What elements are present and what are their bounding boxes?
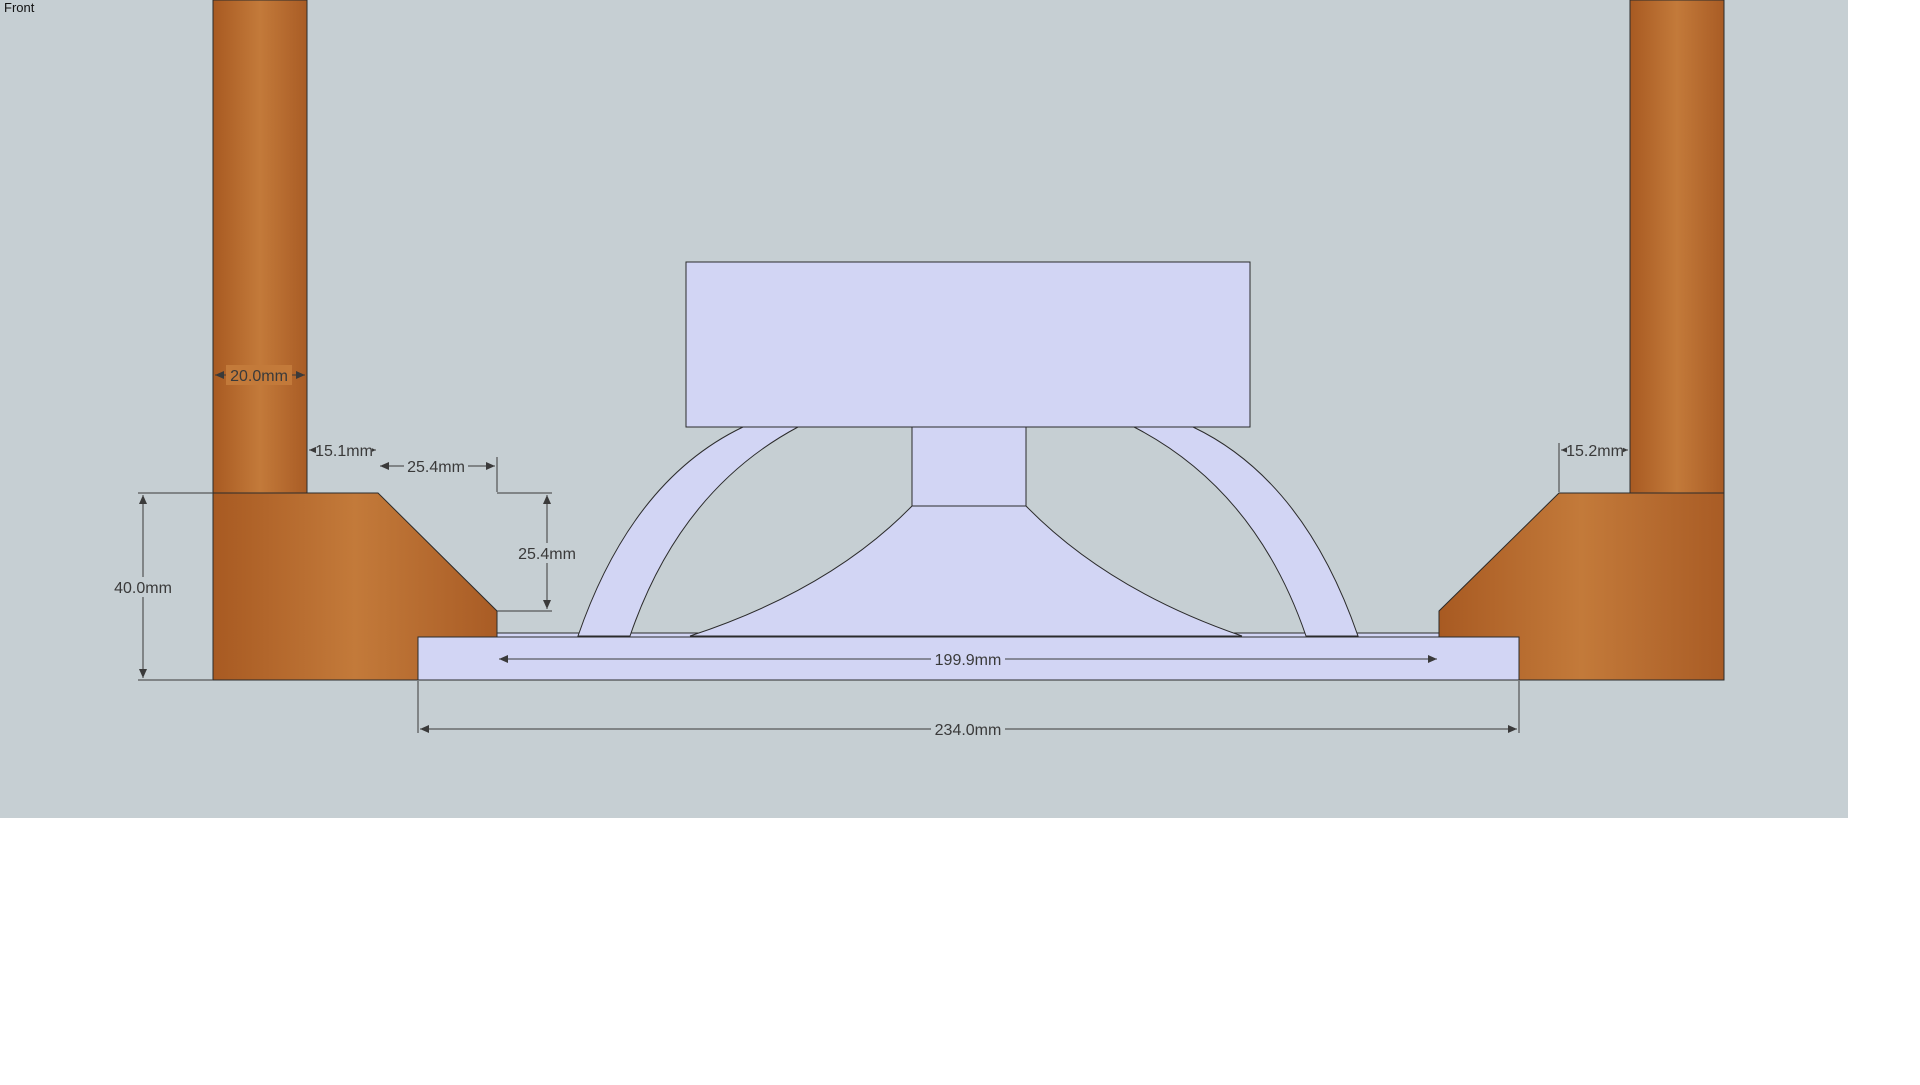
speaker-voice-coil [911, 426, 1027, 507]
dim-left-wall-thickness[interactable]: 20.0mm [230, 368, 288, 385]
view-label: Front [4, 0, 35, 15]
dim-flange-width[interactable]: 234.0mm [935, 722, 1002, 739]
dim-cutout-width[interactable]: 199.9mm [935, 652, 1002, 669]
left-side-wall[interactable] [212, 0, 308, 494]
dim-baffle-height[interactable]: 40.0mm [114, 580, 172, 597]
dim-bevel-height[interactable]: 25.4mm [518, 546, 576, 563]
right-side-wall[interactable] [1629, 0, 1725, 494]
dim-left-gap[interactable]: 15.1mm [315, 443, 373, 460]
drawing-viewport[interactable]: 20.0mm 15.1mm 25.4mm 25.4mm 40.0mm 199.9… [0, 0, 1920, 1080]
dim-right-gap[interactable]: 15.2mm [1566, 443, 1624, 460]
dim-bevel-width[interactable]: 25.4mm [407, 459, 465, 476]
speaker-magnet [685, 261, 1251, 428]
front-view-drawing[interactable]: 20.0mm 15.1mm 25.4mm 25.4mm 40.0mm 199.9… [0, 0, 1920, 1080]
